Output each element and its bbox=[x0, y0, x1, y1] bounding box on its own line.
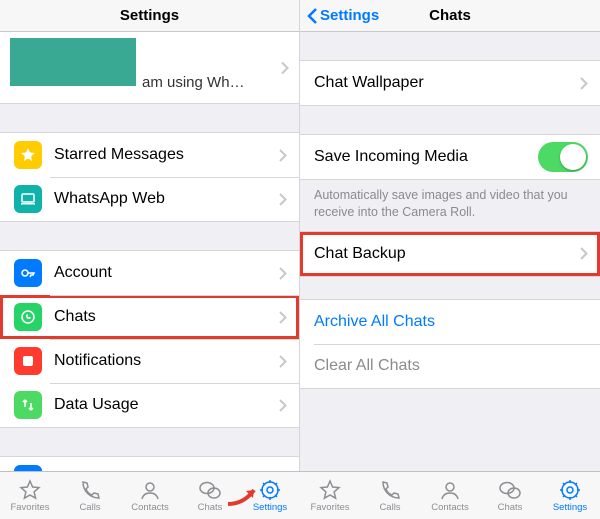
nav-title: Settings bbox=[120, 7, 179, 24]
settings-row-account[interactable]: Account bbox=[0, 251, 299, 295]
tab-label: Chats bbox=[198, 502, 223, 513]
tab-settings[interactable]: Settings bbox=[540, 472, 600, 519]
annotation-arrow bbox=[226, 480, 266, 515]
whatsapp-icon bbox=[14, 303, 42, 331]
chevron-right-icon bbox=[279, 149, 287, 162]
tab-contacts[interactable]: Contacts bbox=[120, 472, 180, 519]
tab-label: Settings bbox=[553, 502, 587, 513]
profile-status: am using Wh… bbox=[142, 74, 245, 91]
row-label: Account bbox=[54, 264, 279, 282]
chevron-right-icon bbox=[580, 247, 588, 260]
tab-contacts[interactable]: Contacts bbox=[420, 472, 480, 519]
chevron-right-icon bbox=[279, 399, 287, 412]
settings-row-starred[interactable]: Starred Messages bbox=[0, 133, 299, 177]
key-icon bbox=[14, 259, 42, 287]
chevron-right-icon bbox=[279, 311, 287, 324]
archive-all-chats-row[interactable]: Archive All Chats bbox=[300, 300, 600, 344]
chevron-right-icon bbox=[580, 77, 588, 90]
tab-favorites[interactable]: Favorites bbox=[300, 472, 360, 519]
tab-label: Calls bbox=[379, 502, 400, 513]
settings-row-data[interactable]: Data Usage bbox=[0, 383, 299, 427]
chevron-right-icon bbox=[279, 267, 287, 280]
back-button[interactable]: Settings bbox=[306, 0, 379, 31]
row-label: Data Usage bbox=[54, 396, 279, 414]
tab-calls[interactable]: Calls bbox=[360, 472, 420, 519]
row-label: Chats bbox=[54, 308, 279, 326]
settings-row-web[interactable]: WhatsApp Web bbox=[0, 177, 299, 221]
chat-wallpaper-row[interactable]: Chat Wallpaper bbox=[300, 61, 600, 105]
app-icon bbox=[14, 347, 42, 375]
settings-screen: Settings am using Wh… Starred Messages Wh… bbox=[0, 0, 300, 519]
tab-label: Contacts bbox=[431, 502, 469, 513]
settings-group-1: Starred Messages WhatsApp Web bbox=[0, 132, 299, 222]
row-label: Chat Wallpaper bbox=[314, 74, 580, 92]
row-label: Save Incoming Media bbox=[314, 148, 538, 166]
toggle-switch[interactable] bbox=[538, 142, 588, 172]
tab-calls[interactable]: Calls bbox=[60, 472, 120, 519]
tab-label: Favorites bbox=[310, 502, 349, 513]
tab-chats[interactable]: Chats bbox=[480, 472, 540, 519]
row-label: WhatsApp Web bbox=[54, 190, 279, 208]
chats-settings-screen: Settings Chats Chat Wallpaper Save Incom… bbox=[300, 0, 600, 519]
tab-favorites[interactable]: Favorites bbox=[0, 472, 60, 519]
chevron-right-icon bbox=[279, 355, 287, 368]
redacted-avatar bbox=[10, 38, 136, 86]
chat-backup-row[interactable]: Chat Backup bbox=[300, 232, 600, 276]
group-footer: Automatically save images and video that… bbox=[300, 180, 600, 231]
settings-group-3: About and Help bbox=[0, 456, 299, 471]
settings-row-about[interactable]: About and Help bbox=[0, 457, 299, 471]
star-icon bbox=[14, 141, 42, 169]
row-label: Starred Messages bbox=[54, 146, 279, 164]
row-label: Archive All Chats bbox=[314, 313, 588, 331]
chevron-right-icon bbox=[281, 61, 289, 74]
laptop-icon bbox=[14, 185, 42, 213]
tab-bar: Favorites Calls Contacts Chats Settings bbox=[300, 471, 600, 519]
settings-row-notifications[interactable]: Notifications bbox=[0, 339, 299, 383]
tab-label: Calls bbox=[79, 502, 100, 513]
arrows-icon bbox=[14, 391, 42, 419]
row-label: Clear All Chats bbox=[314, 357, 588, 375]
nav-header: Settings Chats bbox=[300, 0, 600, 32]
settings-row-chats[interactable]: Chats bbox=[0, 295, 299, 339]
row-label: Chat Backup bbox=[314, 245, 580, 263]
row-label: Notifications bbox=[54, 352, 279, 370]
settings-group-2: Account Chats Notifications Data Usage bbox=[0, 250, 299, 428]
back-label: Settings bbox=[320, 7, 379, 24]
tab-label: Contacts bbox=[131, 502, 169, 513]
tab-label: Favorites bbox=[10, 502, 49, 513]
tab-label: Chats bbox=[498, 502, 523, 513]
nav-header: Settings bbox=[0, 0, 299, 32]
profile-row[interactable]: am using Wh… bbox=[0, 32, 299, 104]
nav-title: Chats bbox=[429, 7, 471, 24]
save-incoming-media-row[interactable]: Save Incoming Media bbox=[300, 135, 600, 179]
chevron-right-icon bbox=[279, 193, 287, 206]
clear-all-chats-row[interactable]: Clear All Chats bbox=[300, 344, 600, 388]
